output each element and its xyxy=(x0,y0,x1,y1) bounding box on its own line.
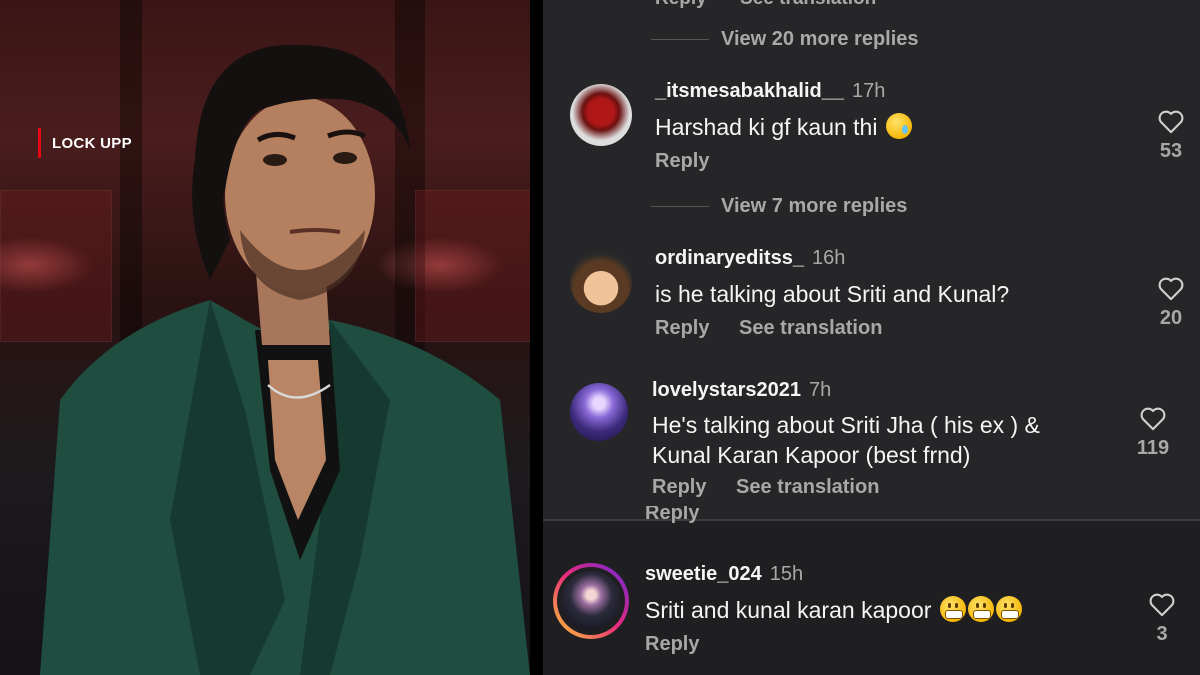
comment-text-content: Sriti and kunal karan kapoor xyxy=(645,597,932,623)
comment-time: 15h xyxy=(769,563,804,585)
separator xyxy=(530,0,543,675)
like-button[interactable]: 20 xyxy=(1141,275,1200,330)
username-text: lovelystars2021 xyxy=(652,379,802,401)
view-more-label: View 7 more replies xyxy=(721,195,908,217)
comment-actions: Reply xyxy=(655,150,733,173)
comment-text: Sriti and kunal karan kapoor xyxy=(645,595,1022,625)
heart-outline-icon xyxy=(1158,110,1184,134)
person-illustration xyxy=(40,44,530,675)
show-tag: LOCK UPP xyxy=(38,128,132,158)
grimacing-face-emoji xyxy=(995,596,1022,622)
comment-text-content: Harshad ki gf kaun thi xyxy=(655,114,878,140)
like-count: 3 xyxy=(1156,623,1168,645)
avatar[interactable] xyxy=(570,251,632,313)
heart-outline-icon xyxy=(1149,593,1175,617)
see-translation-button[interactable]: See translation xyxy=(740,0,876,9)
avatar xyxy=(561,571,621,631)
comment-text: He's talking about Sriti Jha ( his ex ) … xyxy=(652,410,1040,470)
like-count: 53 xyxy=(1159,140,1183,162)
see-translation-button[interactable]: See translation xyxy=(736,476,879,498)
like-button[interactable]: 3 xyxy=(1132,591,1192,646)
username-text: sweetie_024 xyxy=(645,563,762,585)
grimacing-face-emoji xyxy=(967,596,994,622)
comment-actions: Reply See translation xyxy=(655,317,906,340)
thread-line xyxy=(651,39,709,40)
cut-off-reply: Reply xyxy=(645,506,699,526)
see-translation-button[interactable]: See translation xyxy=(739,317,882,339)
heart-outline-icon xyxy=(1158,277,1184,301)
comment-actions: Reply See translation xyxy=(652,476,903,499)
reply-button[interactable]: Reply xyxy=(655,317,709,339)
heart-outline-icon xyxy=(1140,407,1166,431)
comment-text-line: Kunal Karan Kapoor (best frnd) xyxy=(652,442,971,468)
story-ring-avatar[interactable] xyxy=(553,563,629,639)
username-text: _itsmesabakhalid__ xyxy=(655,80,844,102)
like-button[interactable]: 119 xyxy=(1123,405,1183,460)
thread-line xyxy=(651,206,709,207)
view-more-replies-button[interactable]: View 7 more replies xyxy=(651,195,907,218)
comment-text: is he talking about Sriti and Kunal? xyxy=(655,281,1010,307)
grimacing-face-emoji xyxy=(939,596,966,622)
reply-button[interactable]: Reply xyxy=(652,476,706,498)
avatar[interactable] xyxy=(570,84,632,146)
comment-username[interactable]: lovelystars2021 7h xyxy=(652,379,831,402)
view-more-replies-button[interactable]: View 20 more replies xyxy=(651,28,919,51)
cut-off-reply-text: Reply xyxy=(645,506,700,524)
comment-username[interactable]: sweetie_024 15h xyxy=(645,563,803,586)
comment-text-line: He's talking about Sriti Jha ( his ex ) … xyxy=(652,412,1040,438)
reply-button[interactable]: Reply xyxy=(645,633,699,655)
avatar[interactable] xyxy=(570,383,628,441)
screenshot-divider xyxy=(543,519,1200,521)
like-count: 20 xyxy=(1159,307,1183,329)
comment-username[interactable]: ordinaryeditss_ 16h xyxy=(655,247,845,270)
comments-panel: Reply See translation View 20 more repli… xyxy=(543,0,1200,675)
comment-time: 17h xyxy=(852,80,886,102)
username-text: ordinaryeditss_ xyxy=(655,247,804,269)
like-count: 119 xyxy=(1136,437,1170,459)
view-more-label: View 20 more replies xyxy=(721,28,919,50)
comment-text: Harshad ki gf kaun thi xyxy=(655,112,912,142)
comment-username[interactable]: _itsmesabakhalid__ 17h xyxy=(655,80,885,103)
comment-time: 7h xyxy=(809,379,832,401)
like-button[interactable]: 53 xyxy=(1141,108,1200,163)
face-holding-back-tears-emoji xyxy=(885,113,912,139)
comment-time: 16h xyxy=(811,247,846,269)
show-photo: LOCK UPP xyxy=(0,0,530,675)
cut-off-actions: Reply See translation xyxy=(655,0,904,10)
reply-button[interactable]: Reply xyxy=(655,150,709,172)
reply-button[interactable]: Reply xyxy=(655,0,707,9)
comment-actions: Reply xyxy=(645,633,723,656)
